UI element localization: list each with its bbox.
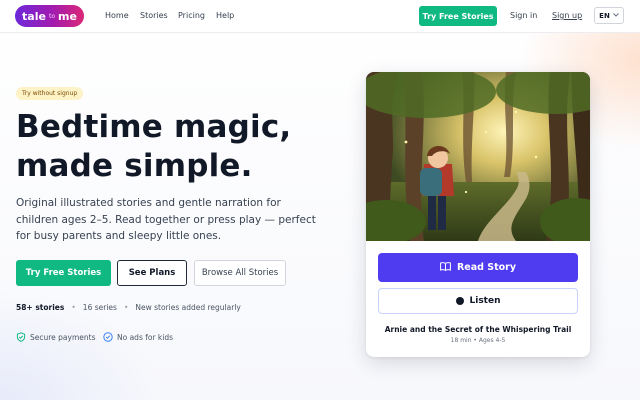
nav-link-stories[interactable]: Stories [140, 11, 168, 20]
hero-headline: Bedtime magic, made simple. [16, 108, 346, 186]
language-code: EN [599, 11, 610, 20]
updates-note: New stories added regularly [135, 303, 241, 312]
read-story-button[interactable]: Read Story [378, 253, 578, 282]
sign-up-link[interactable]: Sign up [552, 11, 582, 20]
logo-text-to: to [48, 12, 55, 20]
hero-section: Try without signup Bedtime magic, made s… [0, 0, 640, 400]
no-ads-label: No ads for kids [117, 332, 174, 342]
header-try-free-button[interactable]: Try Free Stories [419, 6, 497, 26]
shield-check-icon [16, 332, 26, 342]
nav-link-help[interactable]: Help [216, 11, 234, 20]
sign-in-link[interactable]: Sign in [510, 11, 537, 20]
headline-line-2: made simple. [16, 148, 253, 184]
brand-logo[interactable]: tale to me [15, 5, 84, 27]
secure-payments-label: Secure payments [30, 332, 96, 342]
try-free-stories-button[interactable]: Try Free Stories [16, 260, 111, 286]
hero-subtitle: Original illustrated stories and gentle … [16, 197, 316, 242]
story-title[interactable]: Arnie and the Secret of the Whispering T… [366, 325, 590, 334]
circle-check-icon [103, 332, 113, 342]
read-story-label: Read Story [456, 262, 517, 273]
see-plans-button[interactable]: See Plans [117, 260, 187, 286]
separator-dot: • [71, 303, 76, 312]
stats-row: 58+ stories • 16 series • New stories ad… [16, 303, 241, 312]
trust-secure-payments: Secure payments [16, 332, 96, 342]
listen-button[interactable]: Listen [378, 288, 578, 314]
logo-text-tale: tale [22, 9, 46, 23]
headline-line-1: Bedtime magic, [16, 109, 292, 145]
language-selector[interactable]: EN [594, 7, 624, 24]
top-navigation-bar: tale to me Home Stories Pricing Help Try… [0, 0, 640, 33]
story-meta: 18 min • Ages 4-5 [450, 337, 506, 344]
browse-all-stories-button[interactable]: Browse All Stories [194, 260, 286, 286]
trust-no-ads: No ads for kids [103, 332, 173, 342]
listen-label: Listen [469, 296, 501, 306]
nav-link-pricing[interactable]: Pricing [178, 11, 205, 20]
logo-text-me: me [58, 9, 77, 23]
stories-count: 58+ stories [16, 303, 65, 312]
nav-link-home[interactable]: Home [105, 11, 129, 20]
story-illustration [366, 72, 590, 241]
chevron-down-icon [612, 12, 619, 19]
book-icon [440, 261, 451, 274]
featured-story-card: Read Story Listen Arnie and the Secret o… [366, 72, 590, 357]
separator-dot: • [123, 303, 129, 312]
series-count: 16 series [82, 303, 117, 312]
try-without-signup-badge: Try without signup [16, 87, 84, 100]
play-dot-icon [455, 297, 464, 305]
